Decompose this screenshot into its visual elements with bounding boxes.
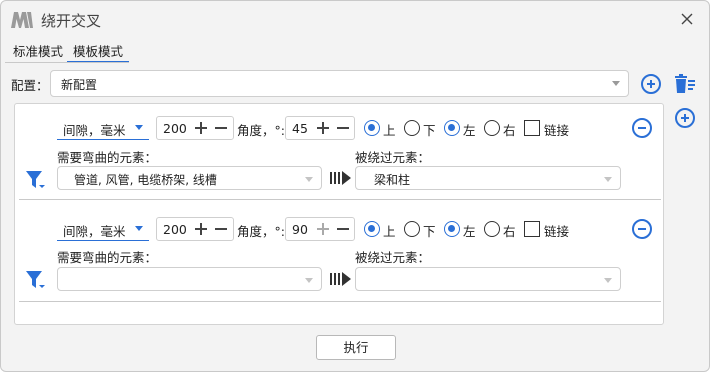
add-config-icon[interactable] — [641, 74, 661, 94]
link-checkbox[interactable] — [524, 221, 540, 237]
angle-stepper[interactable]: 90 — [285, 217, 355, 241]
filter-icon[interactable] — [25, 269, 47, 291]
dialog-window: 绕开交叉 标准模式 模板模式 配置： 新配置 间隙，毫米 200 角度，°: 4… — [0, 0, 710, 372]
gap-unit-select[interactable]: 间隙，毫米 — [57, 217, 149, 241]
transfer-arrow-icon — [330, 171, 351, 185]
angle-label: 角度，°: — [237, 224, 285, 239]
radio-right[interactable] — [484, 221, 500, 237]
tab-divider — [5, 62, 129, 63]
radio-right-label: 右 — [503, 224, 516, 239]
rule-divider — [19, 199, 661, 200]
bypass-elements-label: 被绕过元素： — [355, 150, 431, 165]
bend-elements-select[interactable]: 管道, 风管, 电缆桥架, 线槽 — [57, 166, 322, 190]
bypass-elements-select[interactable]: 梁和柱 — [355, 166, 621, 190]
decrement-icon[interactable] — [337, 223, 349, 235]
rule-divider — [19, 301, 661, 302]
radio-up-label: 上 — [383, 123, 396, 138]
gap-value: 200 — [163, 121, 187, 136]
increment-icon[interactable] — [195, 223, 207, 235]
angle-label: 角度，°: — [237, 123, 285, 138]
transfer-arrow-icon — [330, 272, 351, 286]
bend-elements-value: 管道, 风管, 电缆桥架, 线槽 — [74, 173, 217, 187]
tab-template-mode[interactable]: 模板模式 — [66, 41, 130, 63]
bypass-elements-label: 被绕过元素： — [355, 250, 431, 265]
gap-unit-select[interactable]: 间隙，毫米 — [57, 116, 149, 140]
gap-unit-value: 间隙，毫米 — [63, 224, 126, 239]
link-checkbox[interactable] — [524, 120, 540, 136]
radio-up[interactable] — [364, 120, 380, 136]
radio-right[interactable] — [484, 120, 500, 136]
tab-standard-mode[interactable]: 标准模式 — [13, 41, 63, 61]
radio-left[interactable] — [444, 120, 460, 136]
bend-elements-label: 需要弯曲的元素： — [57, 150, 158, 165]
remove-rule-icon[interactable] — [632, 219, 652, 239]
radio-up-label: 上 — [383, 224, 396, 239]
radio-down-label: 下 — [423, 123, 436, 138]
gap-value: 200 — [163, 222, 187, 237]
chevron-down-icon — [135, 125, 143, 130]
bend-elements-select[interactable] — [57, 267, 322, 291]
angle-value: 90 — [292, 222, 308, 237]
config-label: 配置： — [11, 78, 49, 93]
radio-left-label: 左 — [463, 123, 476, 138]
config-select[interactable]: 新配置 — [50, 70, 629, 97]
gap-stepper[interactable]: 200 — [156, 116, 234, 140]
increment-icon[interactable] — [195, 122, 207, 134]
link-checkbox-label: 链接 — [544, 224, 570, 239]
delete-config-icon[interactable] — [674, 74, 696, 94]
window-title: 绕开交叉 — [41, 12, 102, 30]
rules-panel: 间隙，毫米 200 角度，°: 45 上 下 左 右 链接 需要弯曲的元素： 被… — [14, 103, 664, 325]
app-logo-icon — [11, 12, 33, 28]
chevron-down-icon — [604, 278, 612, 283]
increment-icon[interactable] — [317, 223, 329, 235]
filter-icon[interactable] — [25, 169, 47, 191]
chevron-down-icon — [612, 81, 620, 86]
chevron-down-icon — [135, 226, 143, 231]
execute-button[interactable]: 执行 — [316, 335, 396, 360]
decrement-icon[interactable] — [337, 122, 349, 134]
radio-down-label: 下 — [423, 224, 436, 239]
close-icon[interactable] — [679, 11, 695, 27]
radio-left[interactable] — [444, 221, 460, 237]
link-checkbox-label: 链接 — [544, 123, 570, 138]
radio-up[interactable] — [364, 221, 380, 237]
gap-unit-value: 间隙，毫米 — [63, 123, 126, 138]
increment-icon[interactable] — [317, 122, 329, 134]
rule-block: 间隙，毫米 200 角度，°: 90 上 下 左 右 链接 需要弯曲的元素： 被… — [15, 217, 665, 301]
remove-rule-icon[interactable] — [632, 118, 652, 138]
radio-right-label: 右 — [503, 123, 516, 138]
title-bar: 绕开交叉 — [1, 1, 709, 39]
chevron-down-icon — [604, 177, 612, 182]
bypass-elements-select[interactable] — [355, 267, 621, 291]
config-select-value: 新配置 — [61, 78, 98, 92]
gap-stepper[interactable]: 200 — [156, 217, 234, 241]
decrement-icon[interactable] — [215, 223, 227, 235]
chevron-down-icon — [305, 177, 313, 182]
angle-value: 45 — [292, 121, 308, 136]
angle-stepper[interactable]: 45 — [285, 116, 355, 140]
add-rule-icon[interactable] — [675, 108, 695, 128]
radio-down[interactable] — [404, 221, 420, 237]
decrement-icon[interactable] — [215, 122, 227, 134]
rule-block: 间隙，毫米 200 角度，°: 45 上 下 左 右 链接 需要弯曲的元素： 被… — [15, 116, 665, 200]
radio-left-label: 左 — [463, 224, 476, 239]
bypass-elements-value: 梁和柱 — [374, 173, 411, 187]
chevron-down-icon — [305, 278, 313, 283]
bend-elements-label: 需要弯曲的元素： — [57, 250, 158, 265]
radio-down[interactable] — [404, 120, 420, 136]
